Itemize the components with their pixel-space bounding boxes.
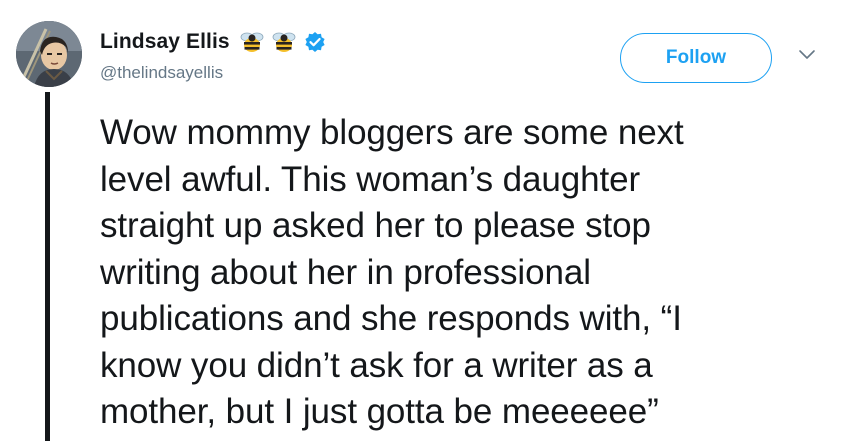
bee-emoji-icon (239, 29, 265, 55)
avatar[interactable] (16, 21, 82, 87)
verified-badge-icon (304, 31, 326, 53)
author-handle[interactable]: @thelindsayellis (100, 63, 223, 83)
tweet-text: Wow mommy bloggers are some next level a… (100, 113, 684, 431)
author-display-name[interactable]: Lindsay Ellis (100, 30, 230, 54)
author-name-row[interactable]: Lindsay Ellis (100, 27, 326, 57)
follow-button[interactable]: Follow (620, 33, 772, 83)
bee-emoji-icon (271, 29, 297, 55)
thread-connector-line (45, 92, 50, 441)
chevron-down-icon[interactable] (797, 48, 817, 62)
